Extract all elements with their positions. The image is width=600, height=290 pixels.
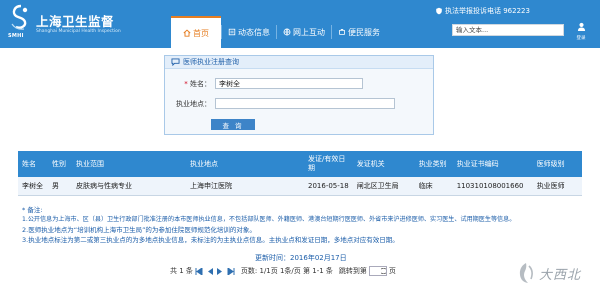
query-button[interactable]: 查 询 [211,119,255,130]
col-gender: 性别 [48,151,72,177]
pager-info: 页数: 1/1页 1条/页 第 1-1 条 [240,267,333,275]
page-select[interactable] [368,266,387,276]
site-subtitle: Shanghai Municipal Health Inspection [36,29,121,34]
smhi-logo-icon[interactable] [10,4,32,32]
cell-level: 执业医师 [532,177,582,196]
name-input[interactable] [215,78,363,89]
watermark-logo-icon [519,263,533,283]
col-category: 执业类别 [414,151,453,177]
pagination: 共 1 条 页数: 1/1页 1条/页 第 1-1 条 跳转到第 页 [170,266,396,276]
col-level: 医师级别 [532,151,582,177]
col-authority: 发证机关 [352,151,415,177]
note-line: 3.执业地点标注为第二或第三执业点的为多地点执业信息，未标注的为主执业点信息。主… [22,236,399,244]
chevron-down-icon [380,268,386,274]
watermark-text: 大西北 [539,267,582,283]
note-line: 2.医师执业地点为“培训机构上海市卫生局”的为参加住院医师规范化培训的对象。 [22,226,256,234]
place-label: 执业地点： [176,99,211,108]
tab-news-label: 动态信息 [238,27,270,37]
pager-total: 共 1 条 [170,267,193,275]
login-button[interactable]: 登录 [572,22,590,44]
cell-authority: 闸北区卫生局 [352,177,415,196]
note-line: 1.公开信息为上海市、区（县）卫生行政部门批准注册的本市医师执业信息，不包括部队… [22,216,516,223]
cell-category: 临床 [414,177,453,196]
main-nav: 首页 动态信息 网上互动 便民服务 [171,16,386,48]
pager-jump-label: 跳转到第 [338,267,367,275]
doctor-search-panel: 医师执业注册查询 * 姓名： 执业地点： 查 询 [164,55,434,135]
panel-header: 医师执业注册查询 [165,56,433,69]
home-icon [183,29,191,37]
cell-scope: 皮肤病与性病专业 [72,177,186,196]
notes-title: * 备注: [22,206,43,214]
tab-service[interactable]: 便民服务 [332,16,386,48]
pager-page-suffix: 页 [388,267,396,275]
name-label: * 姓名： [184,79,211,88]
site-search-input[interactable] [456,25,556,35]
site-search-box [452,24,564,36]
first-page-icon[interactable] [195,267,203,275]
logo-abbreviation: SMHI [8,33,24,39]
col-cert-no: 执业证书编码 [452,151,533,177]
notes-section: * 备注: 1.公开信息为上海市、区（县）卫生行政部门批准注册的本市医师执业信息… [22,205,515,245]
hotline-text: 执法举报投诉电话 962223 [445,7,530,15]
col-place: 执业地点 [186,151,304,177]
tab-service-label: 便民服务 [348,27,380,37]
tab-home[interactable]: 首页 [171,16,221,48]
hotline: 执法举报投诉电话 962223 [435,6,530,16]
cell-cert-no: 110310108001660 [452,177,533,196]
cell-date: 2016-05-18 [304,177,353,196]
chat-icon [171,58,180,66]
tab-home-label: 首页 [193,28,209,38]
table-row[interactable]: 李树全 男 皮肤病与性病专业 上海申江医院 2016-05-18 闸北区卫生局 … [18,177,582,196]
news-icon [228,28,236,36]
watermark: 大西北 [516,258,596,288]
col-scope: 执业范围 [72,151,186,177]
last-page-icon[interactable] [227,267,235,275]
name-row: * 姓名： [171,78,363,89]
update-date: 更新时间：2016年02月17日 [255,254,347,262]
globe-icon [283,28,291,36]
prev-page-icon[interactable] [207,267,213,275]
tab-interaction[interactable]: 网上互动 [277,16,331,48]
site-header: SMHI 上海卫生监督 Shanghai Municipal Health In… [0,0,600,48]
cell-name: 李树全 [18,177,48,196]
cell-place: 上海申江医院 [186,177,304,196]
shield-icon [436,7,442,15]
login-label: 登录 [576,36,586,41]
next-page-icon[interactable] [216,267,223,275]
results-table: 姓名 性别 执业范围 执业地点 发证/有效日期 发证机关 执业类别 执业证书编码… [18,151,582,196]
tab-interaction-label: 网上互动 [293,27,325,37]
col-date: 发证/有效日期 [304,151,353,177]
place-row: 执业地点： [171,98,395,109]
user-icon [577,22,585,32]
place-input[interactable] [215,98,395,109]
name-label-text: 姓名： [190,79,211,88]
site-title[interactable]: 上海卫生监督 [36,11,114,30]
panel-title: 医师执业注册查询 [183,58,239,66]
cell-gender: 男 [48,177,72,196]
col-name: 姓名 [18,151,48,177]
table-header-row: 姓名 性别 执业范围 执业地点 发证/有效日期 发证机关 执业类别 执业证书编码… [18,151,582,177]
service-icon [339,29,345,35]
tab-news[interactable]: 动态信息 [222,16,276,48]
